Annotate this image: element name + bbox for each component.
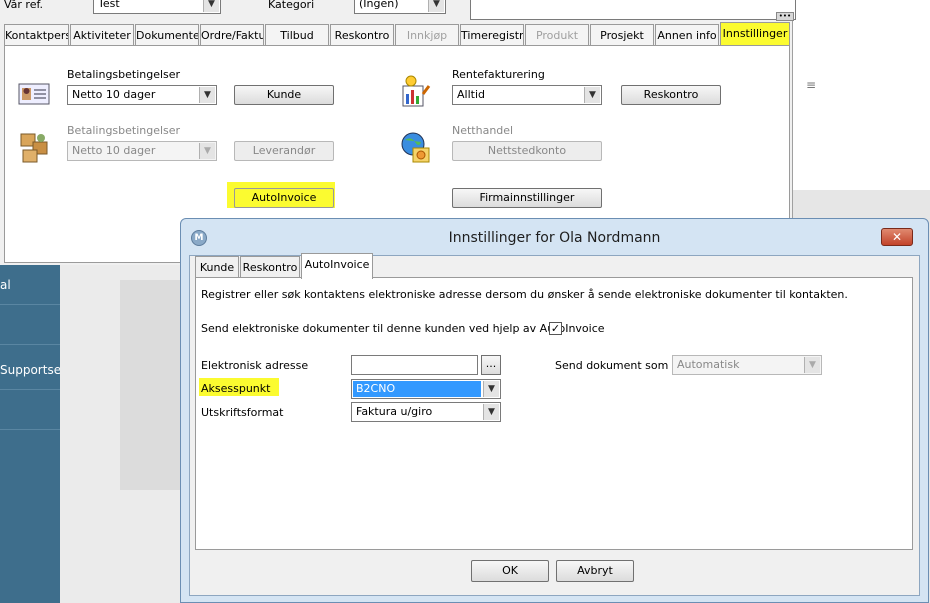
tab-timeregistrering[interactable]: Timeregistrer	[460, 24, 524, 46]
lev-betaling-select[interactable]: Netto 10 dager ▼	[67, 141, 217, 161]
kunde-betaling-select[interactable]: Netto 10 dager ▼	[67, 85, 217, 105]
kunde-betaling-label: Betalingsbetingelser	[67, 68, 181, 81]
netthandel-label: Netthandel	[452, 124, 514, 137]
grip-icon: ≡	[806, 78, 817, 92]
elektronisk-adresse-label: Elektronisk adresse	[201, 359, 309, 372]
elektronisk-adresse-input[interactable]	[351, 355, 478, 375]
send-dokument-value: Automatisk	[677, 358, 740, 371]
reskontro-button[interactable]: Reskontro	[621, 85, 721, 105]
tab-prosjekt[interactable]: Prosjekt	[590, 24, 654, 46]
chevron-down-icon[interactable]: ▼	[483, 404, 499, 420]
sidebar: al Supportsen	[0, 265, 60, 603]
kunde-betaling-value: Netto 10 dager	[72, 88, 156, 101]
leverandor-button[interactable]: Leverandør	[234, 141, 334, 161]
firmainnstillinger-button[interactable]: Firmainnstillinger	[452, 188, 602, 208]
nettstedkonto-button[interactable]: Nettstedkonto	[452, 141, 602, 161]
var-ref-label: Vår ref.	[4, 0, 44, 11]
aksesspunkt-label: Aksesspunkt	[201, 382, 271, 395]
aksesspunkt-value: B2CNO	[353, 381, 481, 397]
dialog-title: Innstillinger for Ola Nordmann	[448, 230, 661, 246]
sidebar-item-1[interactable]: al	[0, 265, 60, 305]
tab-innkjop[interactable]: Innkjøp	[395, 24, 459, 46]
kategori-select[interactable]: (Ingen) ▼	[354, 0, 446, 14]
dialog-tab-reskontro[interactable]: Reskontro	[240, 256, 300, 278]
tab-reskontro[interactable]: Reskontro	[330, 24, 394, 46]
chevron-down-icon[interactable]: ▼	[199, 87, 215, 103]
dialog-tab-bar: Kunde Reskontro AutoInvoice	[195, 253, 595, 279]
tab-tilbud[interactable]: Tilbud	[265, 24, 329, 46]
tab-produkt[interactable]: Produkt	[525, 24, 589, 46]
chevron-down-icon[interactable]: ▼	[804, 357, 820, 373]
autoinvoice-panel: Registrer eller søk kontaktens elektroni…	[195, 277, 913, 550]
background-right	[793, 0, 930, 190]
sidebar-item-4[interactable]	[0, 390, 60, 430]
chevron-down-icon[interactable]: ▼	[483, 381, 499, 397]
interest-invoice-icon	[399, 74, 433, 110]
send-dokument-label: Send dokument som	[555, 359, 669, 372]
tab-ordre-faktura[interactable]: Ordre/Faktu	[200, 24, 264, 46]
rente-value: Alltid	[457, 88, 485, 101]
checkmark-icon: ✓	[550, 322, 561, 335]
browse-button[interactable]: ...	[481, 355, 501, 375]
aksesspunkt-select[interactable]: B2CNO ▼	[351, 379, 501, 399]
tab-aktiviteter[interactable]: Aktiviteter	[70, 24, 134, 46]
close-button[interactable]: ✕	[881, 228, 913, 246]
sidebar-item-2[interactable]	[0, 305, 60, 345]
send-autoinvoice-label: Send elektroniske dokumenter til denne k…	[201, 322, 605, 335]
var-ref-value: Test	[98, 0, 120, 10]
tab-dokumenter[interactable]: Dokumenter	[135, 24, 199, 46]
chevron-down-icon[interactable]: ▼	[428, 0, 444, 12]
lev-betaling-label: Betalingsbetingelser	[67, 124, 181, 137]
kategori-value: (Ingen)	[359, 0, 399, 10]
var-ref-select[interactable]: Test ▼	[93, 0, 221, 14]
more-icon[interactable]: •••	[776, 12, 794, 21]
dialog-tab-kunde[interactable]: Kunde	[195, 256, 239, 278]
web-shop-icon	[399, 130, 433, 166]
rente-select[interactable]: Alltid ▼	[452, 85, 602, 105]
tab-bar: Kontaktpersοn Aktiviteter Dokumenter Ord…	[4, 22, 790, 46]
ok-button[interactable]: OK	[471, 560, 549, 582]
tab-kontaktperson[interactable]: Kontaktpersοn	[4, 24, 69, 46]
intro-text: Registrer eller søk kontaktens elektroni…	[201, 288, 848, 301]
avbryt-button[interactable]: Avbryt	[556, 560, 634, 582]
autoinvoice-button[interactable]: AutoInvoice	[234, 188, 334, 208]
chevron-down-icon[interactable]: ▼	[584, 87, 600, 103]
chevron-down-icon[interactable]: ▼	[203, 0, 219, 12]
chevron-down-icon[interactable]: ▼	[199, 143, 215, 159]
dialog-body: Kunde Reskontro AutoInvoice Registrer el…	[189, 253, 920, 596]
kategori-label: Kategori	[268, 0, 315, 11]
sidebar-item-supportsenter[interactable]: Supportsen	[0, 350, 60, 390]
tab-annen-info[interactable]: Annen info	[655, 24, 719, 46]
utskriftsformat-select[interactable]: Faktura u/giro ▼	[351, 402, 501, 422]
settings-dialog: M Innstillinger for Ola Nordmann ✕ Kunde…	[180, 218, 929, 603]
kunde-button[interactable]: Kunde	[234, 85, 334, 105]
tab-innstillinger[interactable]: Innstillinger	[720, 22, 790, 46]
utskriftsformat-value: Faktura u/giro	[356, 405, 433, 418]
send-autoinvoice-checkbox[interactable]: ✓	[549, 322, 562, 335]
dialog-tab-autoinvoice[interactable]: AutoInvoice	[301, 253, 373, 279]
supplier-boxes-icon	[17, 130, 51, 166]
utskriftsformat-label: Utskriftsformat	[201, 406, 284, 419]
notes-field[interactable]	[470, 0, 796, 20]
customer-card-icon	[17, 82, 51, 106]
send-dokument-select[interactable]: Automatisk ▼	[672, 355, 822, 375]
rente-label: Rentefakturering	[452, 68, 545, 81]
lev-betaling-value: Netto 10 dager	[72, 144, 156, 157]
